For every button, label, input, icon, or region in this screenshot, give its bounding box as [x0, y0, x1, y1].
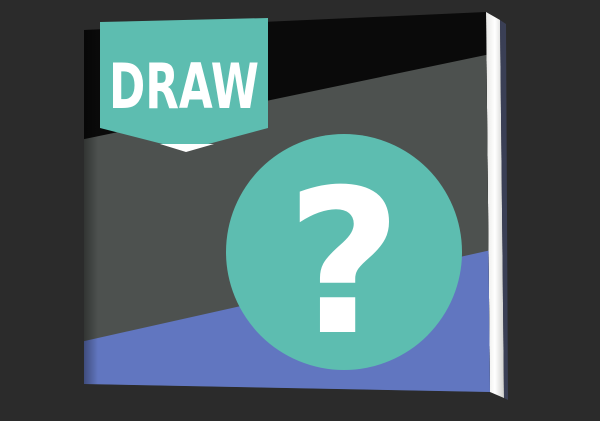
book-stage: DRAW ?: [0, 0, 600, 421]
question-mark-icon: ?: [286, 147, 402, 380]
cover-spine-shadow: [84, 12, 98, 392]
book-cover-illustration: DRAW ?: [84, 12, 508, 400]
book-title: DRAW: [109, 50, 259, 123]
